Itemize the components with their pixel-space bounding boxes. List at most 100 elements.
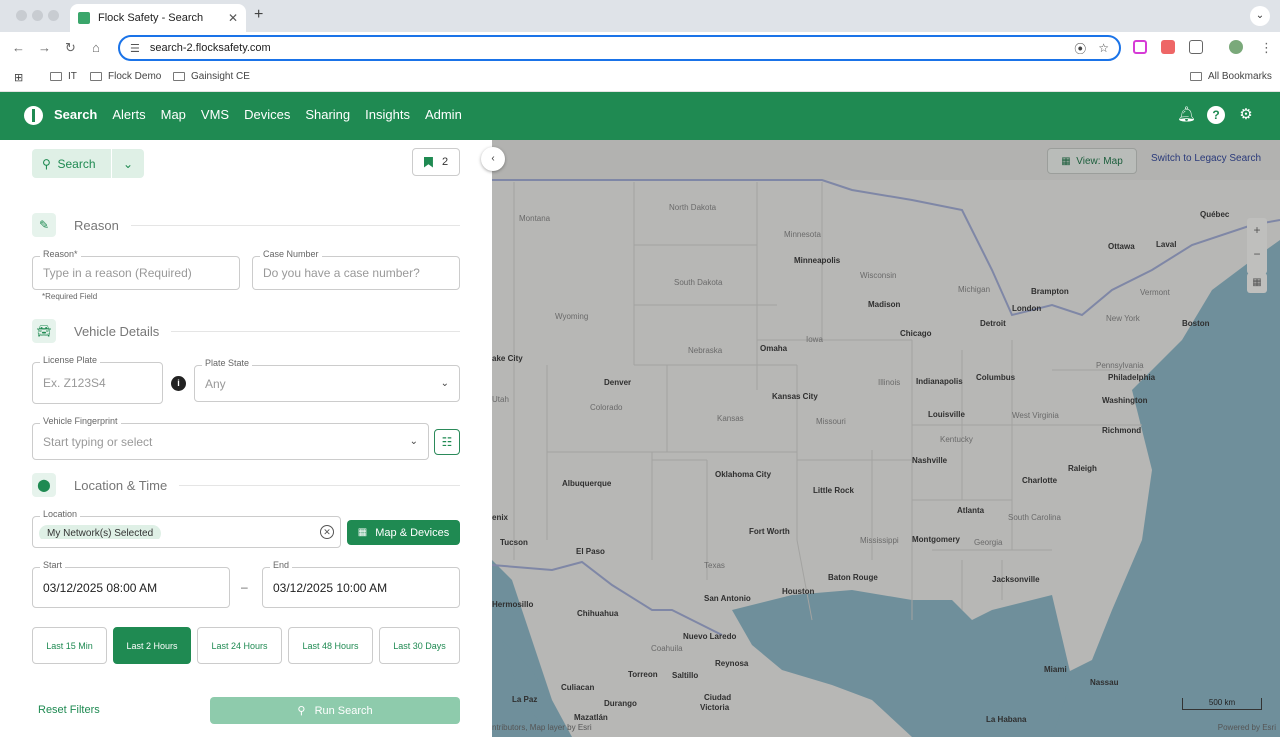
end-datetime-input[interactable]: End 03/12/2025 10:00 AM <box>262 560 460 608</box>
nav-search[interactable]: Search <box>54 107 97 122</box>
map-label: Miami <box>1044 665 1067 674</box>
flock-favicon-icon <box>78 12 90 24</box>
map-label: Mazatlán <box>574 713 608 722</box>
bell-icon[interactable]: 🔔︎ <box>1177 106 1196 124</box>
map-label: Utah <box>492 395 509 404</box>
range-last-30-days[interactable]: Last 30 Days <box>379 627 460 664</box>
search-mode-dropdown[interactable]: ⚲ Search ⌄ <box>32 149 144 178</box>
vehicle-section-header: 🚘︎ Vehicle Details <box>32 319 460 343</box>
zoom-controls[interactable]: + − <box>1247 218 1267 274</box>
map-label: Saltillo <box>672 671 699 680</box>
bookmark-label: Gainsight CE <box>191 71 250 82</box>
field-label: Start <box>40 560 66 570</box>
flock-logo-icon[interactable] <box>24 106 43 125</box>
collapse-panel-button[interactable]: ‹ <box>481 147 505 171</box>
home-icon[interactable]: ⌂ <box>92 40 100 55</box>
location-input[interactable]: Location My Network(s) Selected ✕ <box>32 509 341 548</box>
window-close-button[interactable] <box>16 10 27 21</box>
bookmark-folder[interactable]: Flock Demo <box>90 71 161 82</box>
map-label: Denver <box>604 378 632 387</box>
reload-icon[interactable]: ↻ <box>65 40 76 56</box>
extension-icon[interactable] <box>1133 40 1147 54</box>
nav-vms[interactable]: VMS <box>201 107 229 122</box>
map-view[interactable]: North Dakota Montana Minnesota Québec Ottawa… <box>492 140 1280 737</box>
map-label: Columbus <box>976 373 1016 382</box>
reason-input[interactable]: Reason* Type in a reason (Required) <box>32 249 240 290</box>
map-label: Kentucky <box>940 435 973 444</box>
case-number-input[interactable]: Case Number Do you have a case number? <box>252 249 460 290</box>
new-tab-icon[interactable]: + <box>254 6 263 24</box>
tab-search-icon[interactable]: ⌄ <box>1250 6 1270 26</box>
browser-menu-icon[interactable]: ⋮ <box>1260 40 1273 56</box>
bookmark-star-icon[interactable]: ☆ <box>1098 41 1109 55</box>
map-devices-button[interactable]: ▦ Map & Devices <box>347 520 460 545</box>
extensions-puzzle-icon[interactable] <box>1189 40 1203 54</box>
filter-tune-icon[interactable]: ☷ <box>434 429 460 455</box>
clear-icon[interactable]: ✕ <box>320 525 334 539</box>
legacy-search-link[interactable]: Switch to Legacy Search <box>1151 153 1261 164</box>
bookmark-folder[interactable]: Gainsight CE <box>173 71 250 82</box>
reset-filters-link[interactable]: Reset Filters <box>38 704 100 716</box>
browser-tab-bar: Flock Safety - Search ✕ + ⌄ <box>0 0 1280 32</box>
address-bar[interactable]: ☰ search-2.flocksafety.com ⦿ ☆ <box>118 35 1121 61</box>
tab-title: Flock Safety - Search <box>98 12 204 24</box>
selected-value: Any <box>205 376 226 391</box>
range-last-24-hours[interactable]: Last 24 Hours <box>197 627 282 664</box>
map-label: Baton Rouge <box>828 573 878 582</box>
map-label: Torreon <box>628 670 658 679</box>
placeholder: Ex. Z123S4 <box>43 376 106 390</box>
map-label: Hermosillo <box>492 600 534 609</box>
browser-tab[interactable]: Flock Safety - Search ✕ <box>70 4 246 32</box>
site-info-icon[interactable]: ☰ <box>130 42 140 55</box>
nav-admin[interactable]: Admin <box>425 107 462 122</box>
nav-devices[interactable]: Devices <box>244 107 290 122</box>
user-settings-icon[interactable]: ⚙︎ <box>1237 106 1255 124</box>
map-label: Madison <box>868 300 901 309</box>
location-pin-icon[interactable]: ⦿ <box>1074 40 1086 57</box>
nav-alerts[interactable]: Alerts <box>112 107 145 122</box>
nav-sharing[interactable]: Sharing <box>305 107 350 122</box>
map-label: Charlotte <box>1022 476 1058 485</box>
section-title: Reason <box>74 217 119 233</box>
bookmark-folder[interactable]: IT <box>50 71 77 82</box>
map-label: Minnesota <box>784 230 821 239</box>
map-label: Michigan <box>958 285 991 294</box>
basemap-grid-icon[interactable]: ▦ <box>1247 273 1267 293</box>
field-label: Location <box>40 509 81 519</box>
chevron-down-icon: ⌄ <box>409 436 418 447</box>
window-minimize-button[interactable] <box>32 10 43 21</box>
nav-insights[interactable]: Insights <box>365 107 410 122</box>
window-maximize-button[interactable] <box>48 10 59 21</box>
apps-grid-icon[interactable]: ⊞ <box>14 71 23 84</box>
map-label: Illinois <box>878 378 901 387</box>
zoom-out-icon[interactable]: − <box>1247 242 1267 266</box>
map-label: Laval <box>1156 240 1177 249</box>
run-search-button[interactable]: ⚲ Run Search <box>210 697 460 724</box>
saved-searches-button[interactable]: 2 <box>412 148 460 176</box>
start-datetime-input[interactable]: Start 03/12/2025 08:00 AM <box>32 560 230 608</box>
field-label: End <box>270 560 293 570</box>
extension-icon[interactable] <box>1161 40 1175 54</box>
range-last-48-hours[interactable]: Last 48 Hours <box>288 627 373 664</box>
info-icon[interactable]: i <box>171 376 186 391</box>
view-map-toggle[interactable]: ▦ View: Map <box>1047 148 1137 174</box>
license-plate-input[interactable]: License Plate Ex. Z123S4 <box>32 355 163 404</box>
all-bookmarks[interactable]: All Bookmarks <box>1190 71 1272 82</box>
range-last-2-hours[interactable]: Last 2 Hours <box>113 627 191 664</box>
close-tab-icon[interactable]: ✕ <box>228 11 238 25</box>
range-last-15-min[interactable]: Last 15 Min <box>32 627 107 664</box>
profile-avatar[interactable] <box>1229 40 1243 54</box>
zoom-in-icon[interactable]: + <box>1247 218 1267 242</box>
range-dash: – <box>241 580 248 594</box>
network-chip[interactable]: My Network(s) Selected <box>39 525 162 539</box>
vehicle-fingerprint-select[interactable]: Vehicle Fingerprint Start typing or sele… <box>32 416 429 460</box>
plate-state-select[interactable]: Plate State Any ⌄ <box>194 358 460 402</box>
chevron-down-icon[interactable]: ⌄ <box>112 157 144 171</box>
help-icon[interactable]: ? <box>1207 106 1225 124</box>
back-icon[interactable]: ← <box>12 40 25 55</box>
map-label: Nuevo Laredo <box>683 632 737 641</box>
nav-map[interactable]: Map <box>161 107 186 122</box>
map-label: Atlanta <box>957 506 985 515</box>
forward-icon[interactable]: → <box>38 40 51 55</box>
map-label: enix <box>492 513 509 522</box>
